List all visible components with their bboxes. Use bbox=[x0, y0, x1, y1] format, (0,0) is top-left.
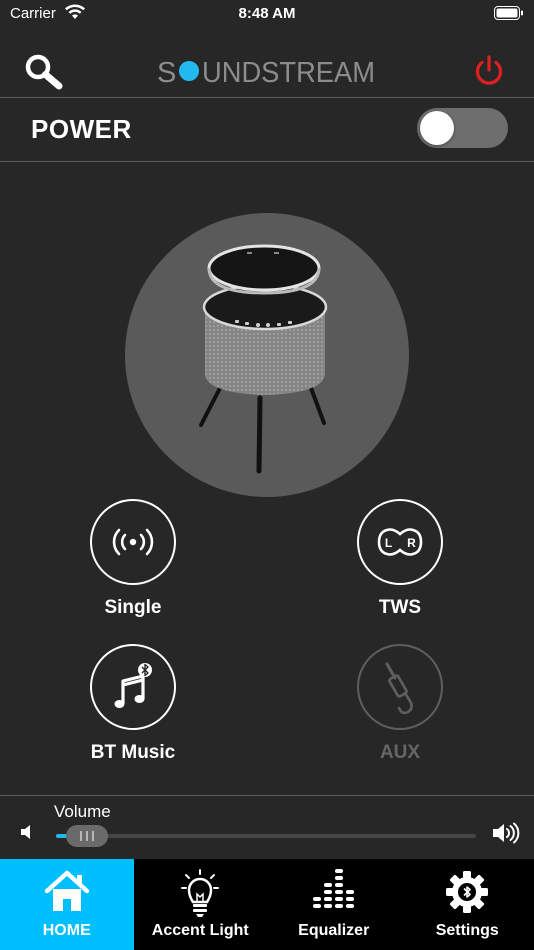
mode-aux[interactable]: AUX bbox=[335, 644, 465, 764]
brand-logo: S UNDSTREAM bbox=[157, 54, 377, 89]
volume-slider[interactable] bbox=[56, 834, 476, 838]
logo-o-dot bbox=[179, 61, 199, 81]
volume-control: Volume bbox=[0, 795, 534, 859]
mode-tws-label: TWS bbox=[378, 597, 422, 618]
search-button[interactable] bbox=[22, 52, 68, 92]
power-toggle[interactable] bbox=[417, 108, 508, 148]
tab-equalizer-label: Equalizer bbox=[298, 922, 370, 939]
volume-label: Volume bbox=[54, 802, 111, 821]
tab-home-label: HOME bbox=[42, 922, 91, 939]
power-icon bbox=[475, 55, 503, 85]
tab-settings[interactable]: Settings bbox=[401, 859, 534, 950]
mode-aux-button[interactable] bbox=[357, 644, 443, 730]
clock: 8:48 AM bbox=[238, 5, 296, 22]
volume-low-icon bbox=[20, 824, 34, 845]
power-row: POWER bbox=[0, 98, 534, 162]
tab-accent-light-label: Accent Light bbox=[151, 922, 249, 939]
volume-high-icon bbox=[492, 822, 520, 849]
logo-letter-s: S bbox=[157, 57, 176, 88]
light-bulb-icon bbox=[181, 869, 220, 917]
tab-settings-label: Settings bbox=[435, 922, 499, 939]
mode-bt-music[interactable]: BT Music bbox=[68, 644, 198, 764]
bluetooth-music-icon bbox=[114, 663, 152, 708]
power-button[interactable] bbox=[472, 54, 506, 88]
volume-slider-thumb[interactable] bbox=[66, 825, 108, 847]
mode-tws[interactable]: L R TWS bbox=[335, 499, 465, 619]
logo-suffix: UNDSTREAM bbox=[202, 57, 375, 88]
battery-icon bbox=[494, 6, 524, 24]
svg-text:R: R bbox=[407, 536, 416, 550]
svg-text:L: L bbox=[385, 536, 392, 550]
navigation-bar: S UNDSTREAM bbox=[0, 40, 534, 98]
speaker-product-image bbox=[125, 213, 409, 497]
tab-home[interactable]: HOME bbox=[0, 859, 134, 950]
mode-single-button[interactable] bbox=[90, 499, 176, 585]
mode-single[interactable]: Single bbox=[68, 499, 198, 619]
tws-lr-icon: L R bbox=[377, 528, 423, 556]
tab-bar: HOME Accent Light Equalizer Settings bbox=[0, 859, 534, 950]
toggle-knob bbox=[420, 111, 454, 145]
tab-accent-light[interactable]: Accent Light bbox=[134, 859, 268, 950]
status-bar: Carrier 8:48 AM bbox=[0, 0, 534, 30]
mode-bt-music-button[interactable] bbox=[90, 644, 176, 730]
power-label: POWER bbox=[31, 114, 132, 144]
mode-aux-label: AUX bbox=[379, 742, 421, 763]
aux-cable-icon bbox=[385, 662, 413, 715]
settings-gear-icon bbox=[446, 871, 489, 913]
search-icon bbox=[25, 54, 63, 90]
tab-equalizer[interactable]: Equalizer bbox=[267, 859, 401, 950]
mode-bt-music-label: BT Music bbox=[90, 742, 176, 763]
home-icon bbox=[44, 870, 89, 911]
single-speaker-icon bbox=[112, 528, 154, 556]
equalizer-icon bbox=[312, 869, 354, 908]
mode-single-label: Single bbox=[104, 597, 162, 618]
mode-tws-button[interactable]: L R bbox=[357, 499, 443, 585]
